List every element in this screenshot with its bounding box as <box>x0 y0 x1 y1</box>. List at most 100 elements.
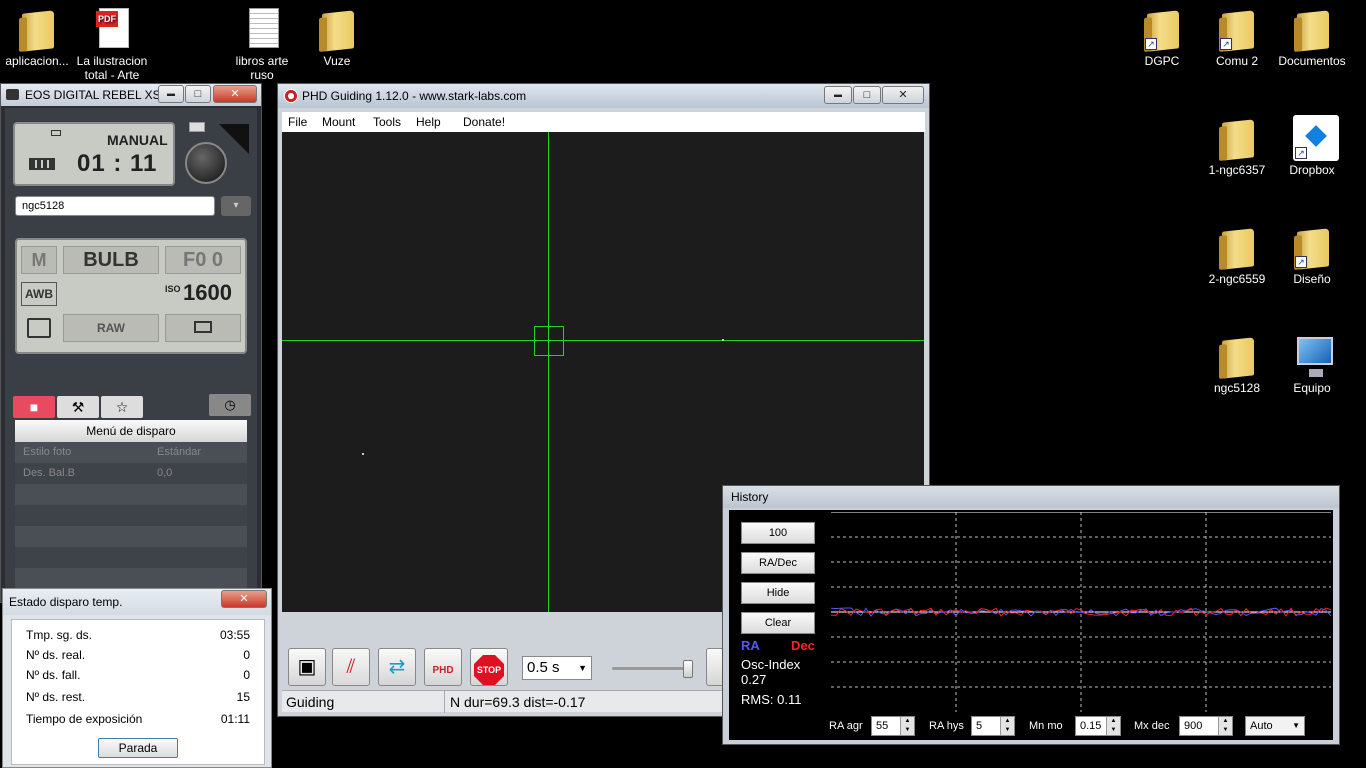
phd-titlebar[interactable]: PHD Guiding 1.12.0 - www.stark-labs.com … <box>278 84 929 108</box>
status-row-label: Tmp. sg. ds. <box>26 628 93 642</box>
eos-title: EOS DIGITAL REBEL XS <box>25 88 161 102</box>
desktop-icon-aplicaciones[interactable]: aplicacion... <box>0 6 74 68</box>
folder-icon <box>1218 115 1256 161</box>
desktop-icon-label: Dropbox <box>1289 163 1335 177</box>
tab-tools[interactable]: ⚒ <box>57 396 99 418</box>
ra-dec-button[interactable]: RA/Dec <box>741 552 815 574</box>
status-row: Tiempo de exposición 01:11 <box>26 712 250 730</box>
status-row-label: Nº ds. rest. <box>26 690 86 704</box>
minimize-button[interactable]: ▬ <box>824 86 852 104</box>
menu-donate[interactable]: Donate! <box>463 112 505 132</box>
history-titlebar[interactable]: History <box>723 486 1339 508</box>
calibrate-button[interactable]: ⇄ <box>378 648 416 686</box>
maximize-button[interactable]: □ <box>185 85 211 103</box>
loop-exposure-button[interactable]: ▣ <box>288 648 326 686</box>
spinner-arrows-icon[interactable]: ▲ ▼ <box>900 717 914 735</box>
shutter-speed[interactable]: BULB <box>63 246 159 274</box>
status-row-value: 15 <box>236 690 250 704</box>
desktop-icon-ngc5128[interactable]: ngc5128 <box>1200 333 1274 395</box>
dec-legend: Dec <box>791 638 815 653</box>
dec-algo-value: Auto <box>1250 720 1273 732</box>
history-graph <box>831 512 1331 712</box>
menu-row-value: Estándar <box>157 446 202 458</box>
desktop-icon-label: Documentos <box>1278 54 1346 68</box>
minimize-button[interactable]: ▬ <box>158 85 184 103</box>
battery-icon <box>29 158 55 170</box>
max-dec-spinner[interactable]: 900 ▲ ▼ <box>1179 716 1233 736</box>
history-length-button[interactable]: 100 <box>741 522 815 544</box>
spinner-arrows-icon[interactable]: ▲ ▼ <box>1218 717 1232 735</box>
iso-value[interactable]: 1600 <box>183 280 232 306</box>
hide-button[interactable]: Hide <box>741 582 815 604</box>
iso-label: ISO <box>165 284 181 294</box>
spinner-arrows-icon[interactable]: ▲ ▼ <box>1000 717 1014 735</box>
menu-tools[interactable]: Tools <box>373 112 401 132</box>
gamma-slider-track[interactable] <box>612 667 692 670</box>
maximize-button[interactable]: □ <box>853 86 881 104</box>
desktop-icon-libros[interactable]: libros arte ruso <box>225 6 299 86</box>
desktop-icon-documentos[interactable]: Documentos <box>1275 6 1349 68</box>
tab-favorites[interactable]: ☆ <box>101 396 143 418</box>
desktop-icon-label: DGPC <box>1144 54 1180 68</box>
folder-icon <box>1218 333 1256 379</box>
desktop-icon-comu2[interactable]: ↗ Comu 2 <box>1200 6 1274 68</box>
ra-hys-spinner[interactable]: 5 ▲ ▼ <box>971 716 1015 736</box>
folder-dropdown-button[interactable]: ▾ <box>221 196 251 216</box>
desktop-icon-label: libros arte ruso <box>235 54 289 82</box>
min-motion-spinner[interactable]: 0.15 ▲ ▼ <box>1075 716 1121 736</box>
clear-button[interactable]: Clear <box>741 612 815 634</box>
stop-button[interactable]: STOP <box>470 648 508 686</box>
aperture[interactable]: F0 0 <box>165 246 241 274</box>
desktop-icon-pdf[interactable]: La ilustracion total - Arte <box>75 6 149 82</box>
status-row: Nº ds. fall. 0 <box>26 668 250 686</box>
corner-mark-icon <box>219 124 249 154</box>
desktop-icon-ngc6357[interactable]: 1-ngc6357 <box>1200 115 1274 177</box>
spinner-arrows-icon[interactable]: ▲ ▼ <box>1106 717 1120 735</box>
desktop-icon-dropbox[interactable]: ↗ Dropbox <box>1275 115 1349 177</box>
folder-shortcut-icon: ↗ <box>1218 6 1256 52</box>
desktop-icon-diseno[interactable]: ↗ Diseño <box>1275 224 1349 286</box>
history-title: History <box>731 490 769 504</box>
tab-shooting[interactable]: ■ <box>13 396 55 418</box>
status-titlebar[interactable]: Estado disparo temp. ✕ <box>3 589 271 615</box>
status-guide-info: N dur=69.3 dist=-0.17 <box>450 694 586 710</box>
quality[interactable]: RAW <box>63 314 159 342</box>
close-button[interactable]: ✕ <box>221 590 267 608</box>
menu-file[interactable]: File <box>288 112 307 132</box>
timer-button[interactable]: ◷ <box>209 394 251 416</box>
pdf-icon <box>93 6 131 50</box>
menu-mount[interactable]: Mount <box>322 112 355 132</box>
white-balance[interactable]: AWB <box>21 282 57 306</box>
desktop-icon-equipo[interactable]: Equipo <box>1275 333 1349 395</box>
menu-row[interactable]: Des. Bal.B 0,0 <box>15 463 247 484</box>
history-window: History 100 RA/Dec Hide Clear RA Dec Osc… <box>722 485 1340 745</box>
guide-button[interactable]: PHD <box>424 648 462 686</box>
gamma-slider-thumb[interactable] <box>683 660 693 678</box>
ra-agr-spinner[interactable]: 55 ▲ ▼ <box>871 716 915 736</box>
stop-icon: STOP <box>474 655 504 685</box>
desktop-icon-vuze[interactable]: Vuze <box>300 6 374 68</box>
folder-field[interactable]: ngc5128 <box>15 196 215 216</box>
desktop-icon-dgpc[interactable]: ↗ DGPC <box>1125 6 1199 68</box>
osc-index-value: 0.27 <box>741 672 767 687</box>
menu-row[interactable]: Estilo foto Estándar <box>15 442 247 463</box>
close-button[interactable]: ✕ <box>213 85 257 103</box>
status-row-value: 0 <box>243 648 250 662</box>
close-button[interactable]: ✕ <box>882 86 924 104</box>
shot-time: 01 : 11 <box>77 150 158 177</box>
connect-mount-button[interactable]: ⫽ <box>332 648 370 686</box>
crosshair-vertical <box>548 132 549 612</box>
desktop-icon-label: 1-ngc6357 <box>1208 163 1266 177</box>
exposure-select[interactable]: 0.5 s ▼ <box>522 656 592 680</box>
drive-mode[interactable] <box>21 314 57 342</box>
pc-destination[interactable] <box>165 314 241 342</box>
stop-timer-button[interactable]: Parada <box>98 738 178 758</box>
desktop-icon-ngc6559[interactable]: 2-ngc6559 <box>1200 224 1274 286</box>
menu-help[interactable]: Help <box>416 112 441 132</box>
menu-row-value: 0,0 <box>157 467 173 479</box>
shoot-mode[interactable]: M <box>21 246 57 274</box>
eos-titlebar[interactable]: EOS DIGITAL REBEL XS ▬ □ ✕ <box>1 84 261 106</box>
dec-algo-select[interactable]: Auto ▼ <box>1245 716 1305 736</box>
status-row-label: Tiempo de exposición <box>26 712 143 726</box>
status-panel: Tmp. sg. ds. 03:55 Nº ds. real. 0 Nº ds.… <box>11 619 265 765</box>
